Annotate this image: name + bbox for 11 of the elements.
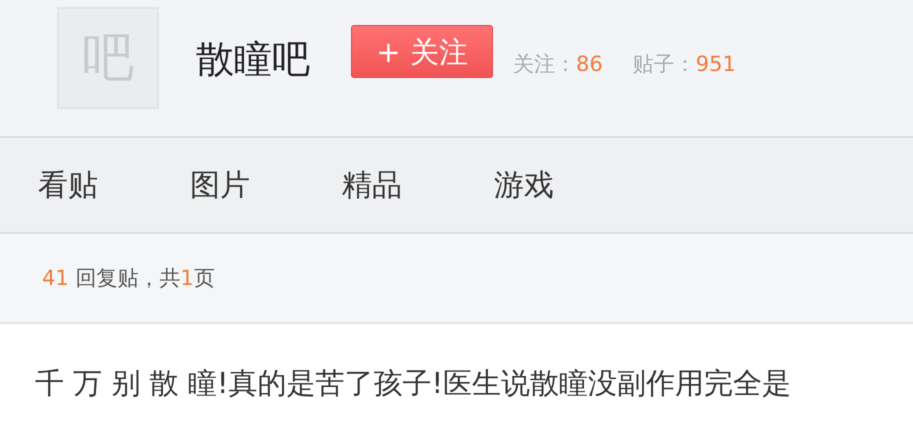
stat-value: 951: [696, 52, 736, 76]
nav-tab[interactable]: 图片: [190, 164, 256, 206]
forum-name: 散瞳吧: [196, 36, 310, 83]
reply-count-text: 41 回复贴，共1页: [42, 265, 215, 292]
stat-label: 贴子：: [632, 52, 696, 76]
stat-value: 86: [576, 52, 603, 76]
post-title: 千 万 别 散 瞳!真的是苦了孩子!医生说散瞳没副作用完全是: [35, 365, 792, 402]
nav-tab[interactable]: 看贴: [38, 164, 104, 206]
nav-tab[interactable]: 精品: [342, 164, 408, 206]
stat-label: 关注：: [513, 52, 576, 76]
nav-tab[interactable]: 游戏: [494, 164, 560, 206]
